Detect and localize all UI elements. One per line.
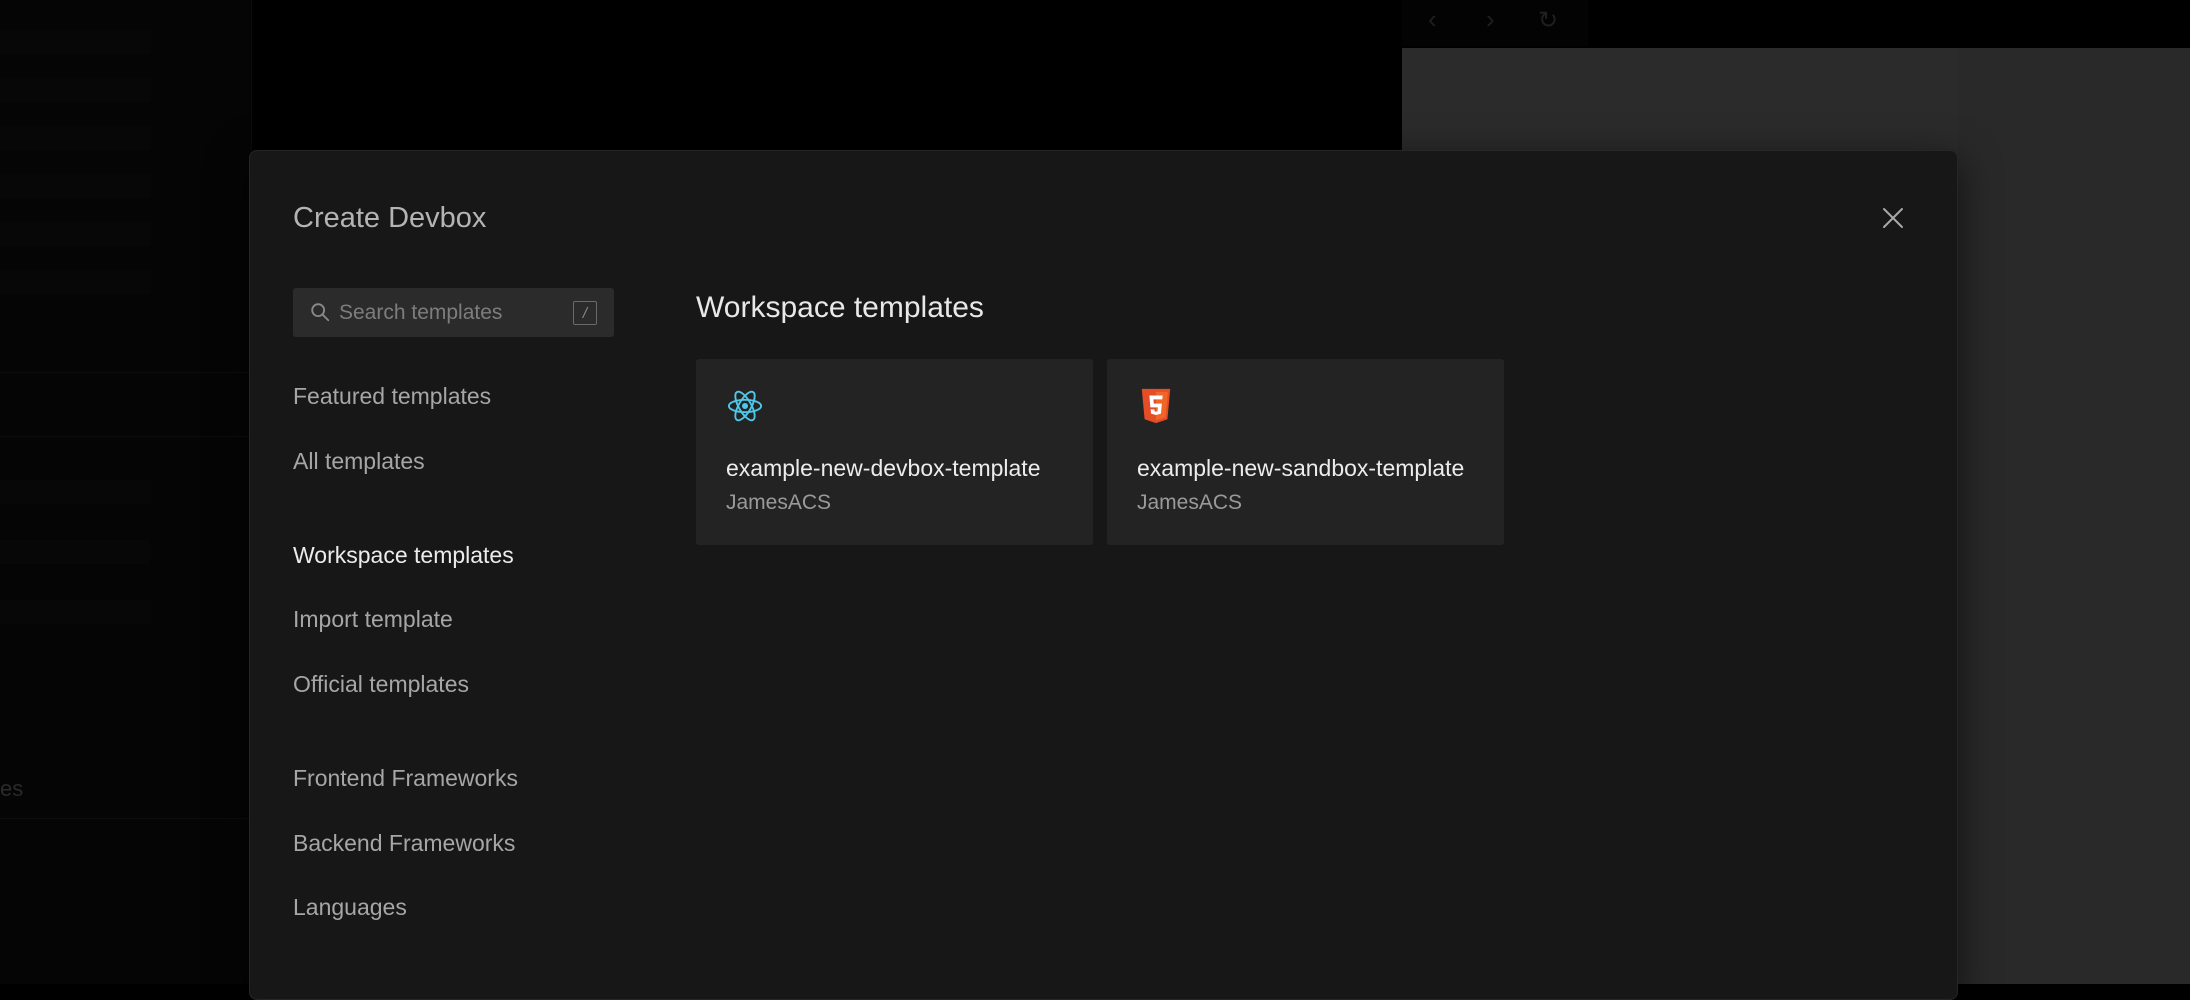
search-box: / <box>293 288 614 337</box>
back-arrow-icon: ‹ <box>1428 4 1437 34</box>
nav-workspace-templates[interactable]: Workspace templates <box>293 542 514 569</box>
create-devbox-modal: Create Devbox / Featured templates All t… <box>249 150 1958 1000</box>
nav-official-templates[interactable]: Official templates <box>293 671 469 698</box>
background-preview-toolbar: ‹ › ↻ <box>1402 0 1588 46</box>
background-sidebar: es <box>0 0 252 984</box>
nav-frontend-frameworks[interactable]: Frontend Frameworks <box>293 765 518 792</box>
background-sidebar-row <box>0 174 150 198</box>
background-sidebar-row <box>0 78 150 102</box>
search-icon <box>311 303 330 322</box>
background-sidebar-row <box>0 30 150 54</box>
search-input[interactable] <box>339 288 559 337</box>
template-card[interactable]: example-new-devbox-template JamesACS <box>696 359 1093 545</box>
background-divider <box>0 818 252 819</box>
background-sidebar-text: es <box>0 776 24 801</box>
background-divider <box>0 436 252 437</box>
nav-backend-frameworks[interactable]: Backend Frameworks <box>293 830 515 857</box>
close-button[interactable] <box>1878 203 1908 233</box>
nav-languages[interactable]: Languages <box>293 894 407 921</box>
background-sidebar-row <box>0 540 150 564</box>
nav-import-template[interactable]: Import template <box>293 606 453 633</box>
background-sidebar-row <box>0 270 150 294</box>
background-divider <box>0 372 252 373</box>
background-preview-strip <box>1958 48 2190 984</box>
close-icon <box>1883 208 1903 228</box>
template-name: example-new-sandbox-template <box>1137 455 1465 481</box>
nav-all-templates[interactable]: All templates <box>293 448 425 475</box>
template-card[interactable]: example-new-sandbox-template JamesACS <box>1107 359 1504 545</box>
background-sidebar-row <box>0 600 150 624</box>
section-title: Workspace templates <box>696 291 984 324</box>
template-author: JamesACS <box>726 491 832 514</box>
background-sidebar-row <box>0 222 150 246</box>
reload-icon: ↻ <box>1538 7 1559 34</box>
react-icon <box>727 390 763 422</box>
background-sidebar-row <box>0 126 150 150</box>
html5-icon <box>1141 388 1171 424</box>
forward-arrow-icon: › <box>1486 4 1495 34</box>
template-author: JamesACS <box>1137 491 1243 514</box>
modal-title: Create Devbox <box>293 202 487 234</box>
search-shortcut-hint: / <box>573 301 597 325</box>
template-name: example-new-devbox-template <box>726 455 1041 481</box>
nav-featured-templates[interactable]: Featured templates <box>293 383 491 410</box>
background-sidebar-row <box>0 480 150 504</box>
